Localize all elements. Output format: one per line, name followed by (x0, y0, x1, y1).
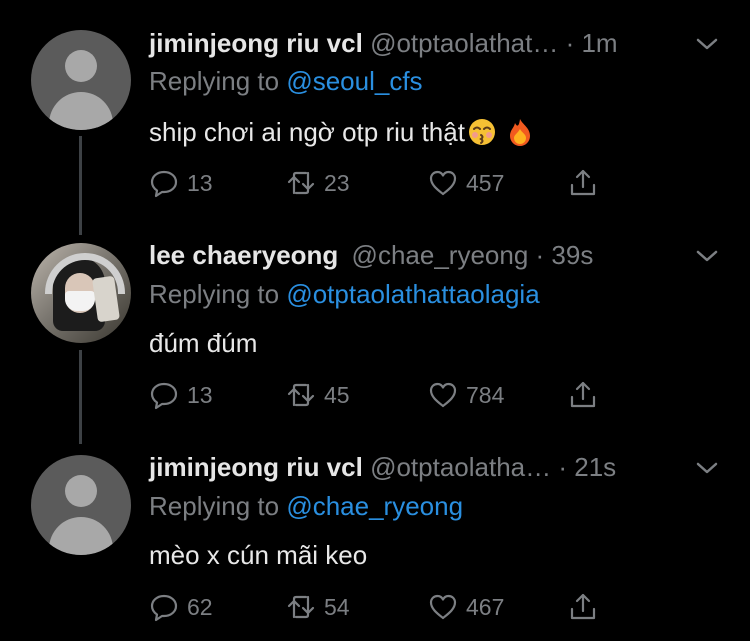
tweet-header: jiminjeong riu vcl @otptaolatha… · 21s (149, 449, 616, 485)
tweet-text: mèo x cún mãi keo (149, 537, 367, 573)
chevron-down-icon[interactable] (694, 458, 720, 478)
retweet-icon (287, 595, 315, 619)
action-bar: 62 54 467 (149, 590, 609, 624)
reply-icon (150, 594, 178, 622)
mention-link[interactable]: @chae_ryeong (286, 491, 463, 521)
avatar[interactable] (31, 455, 131, 555)
share-icon (570, 593, 596, 620)
tweet-text-content: mèo x cún mãi keo (149, 540, 368, 570)
reply-button[interactable]: 62 (149, 590, 213, 624)
retweet-button[interactable]: 54 (286, 590, 350, 624)
timestamp[interactable]: · 21s (558, 452, 616, 482)
default-avatar-head (65, 475, 97, 507)
default-avatar-body (49, 517, 113, 555)
tweet[interactable]: jiminjeong riu vcl @otptaolatha… · 21s R… (0, 0, 750, 641)
share-button[interactable] (568, 590, 598, 624)
replying-to-label: Replying to (149, 491, 280, 521)
like-count: 467 (466, 594, 505, 620)
heart-icon (429, 594, 457, 620)
user-handle[interactable]: @otptaolatha… (370, 452, 551, 482)
replying-to: Replying to @chae_ryeong (149, 489, 463, 523)
display-name[interactable]: jiminjeong riu vcl (149, 452, 363, 482)
like-button[interactable]: 467 (428, 590, 504, 624)
retweet-count: 54 (324, 594, 350, 620)
reply-count: 62 (187, 594, 213, 620)
